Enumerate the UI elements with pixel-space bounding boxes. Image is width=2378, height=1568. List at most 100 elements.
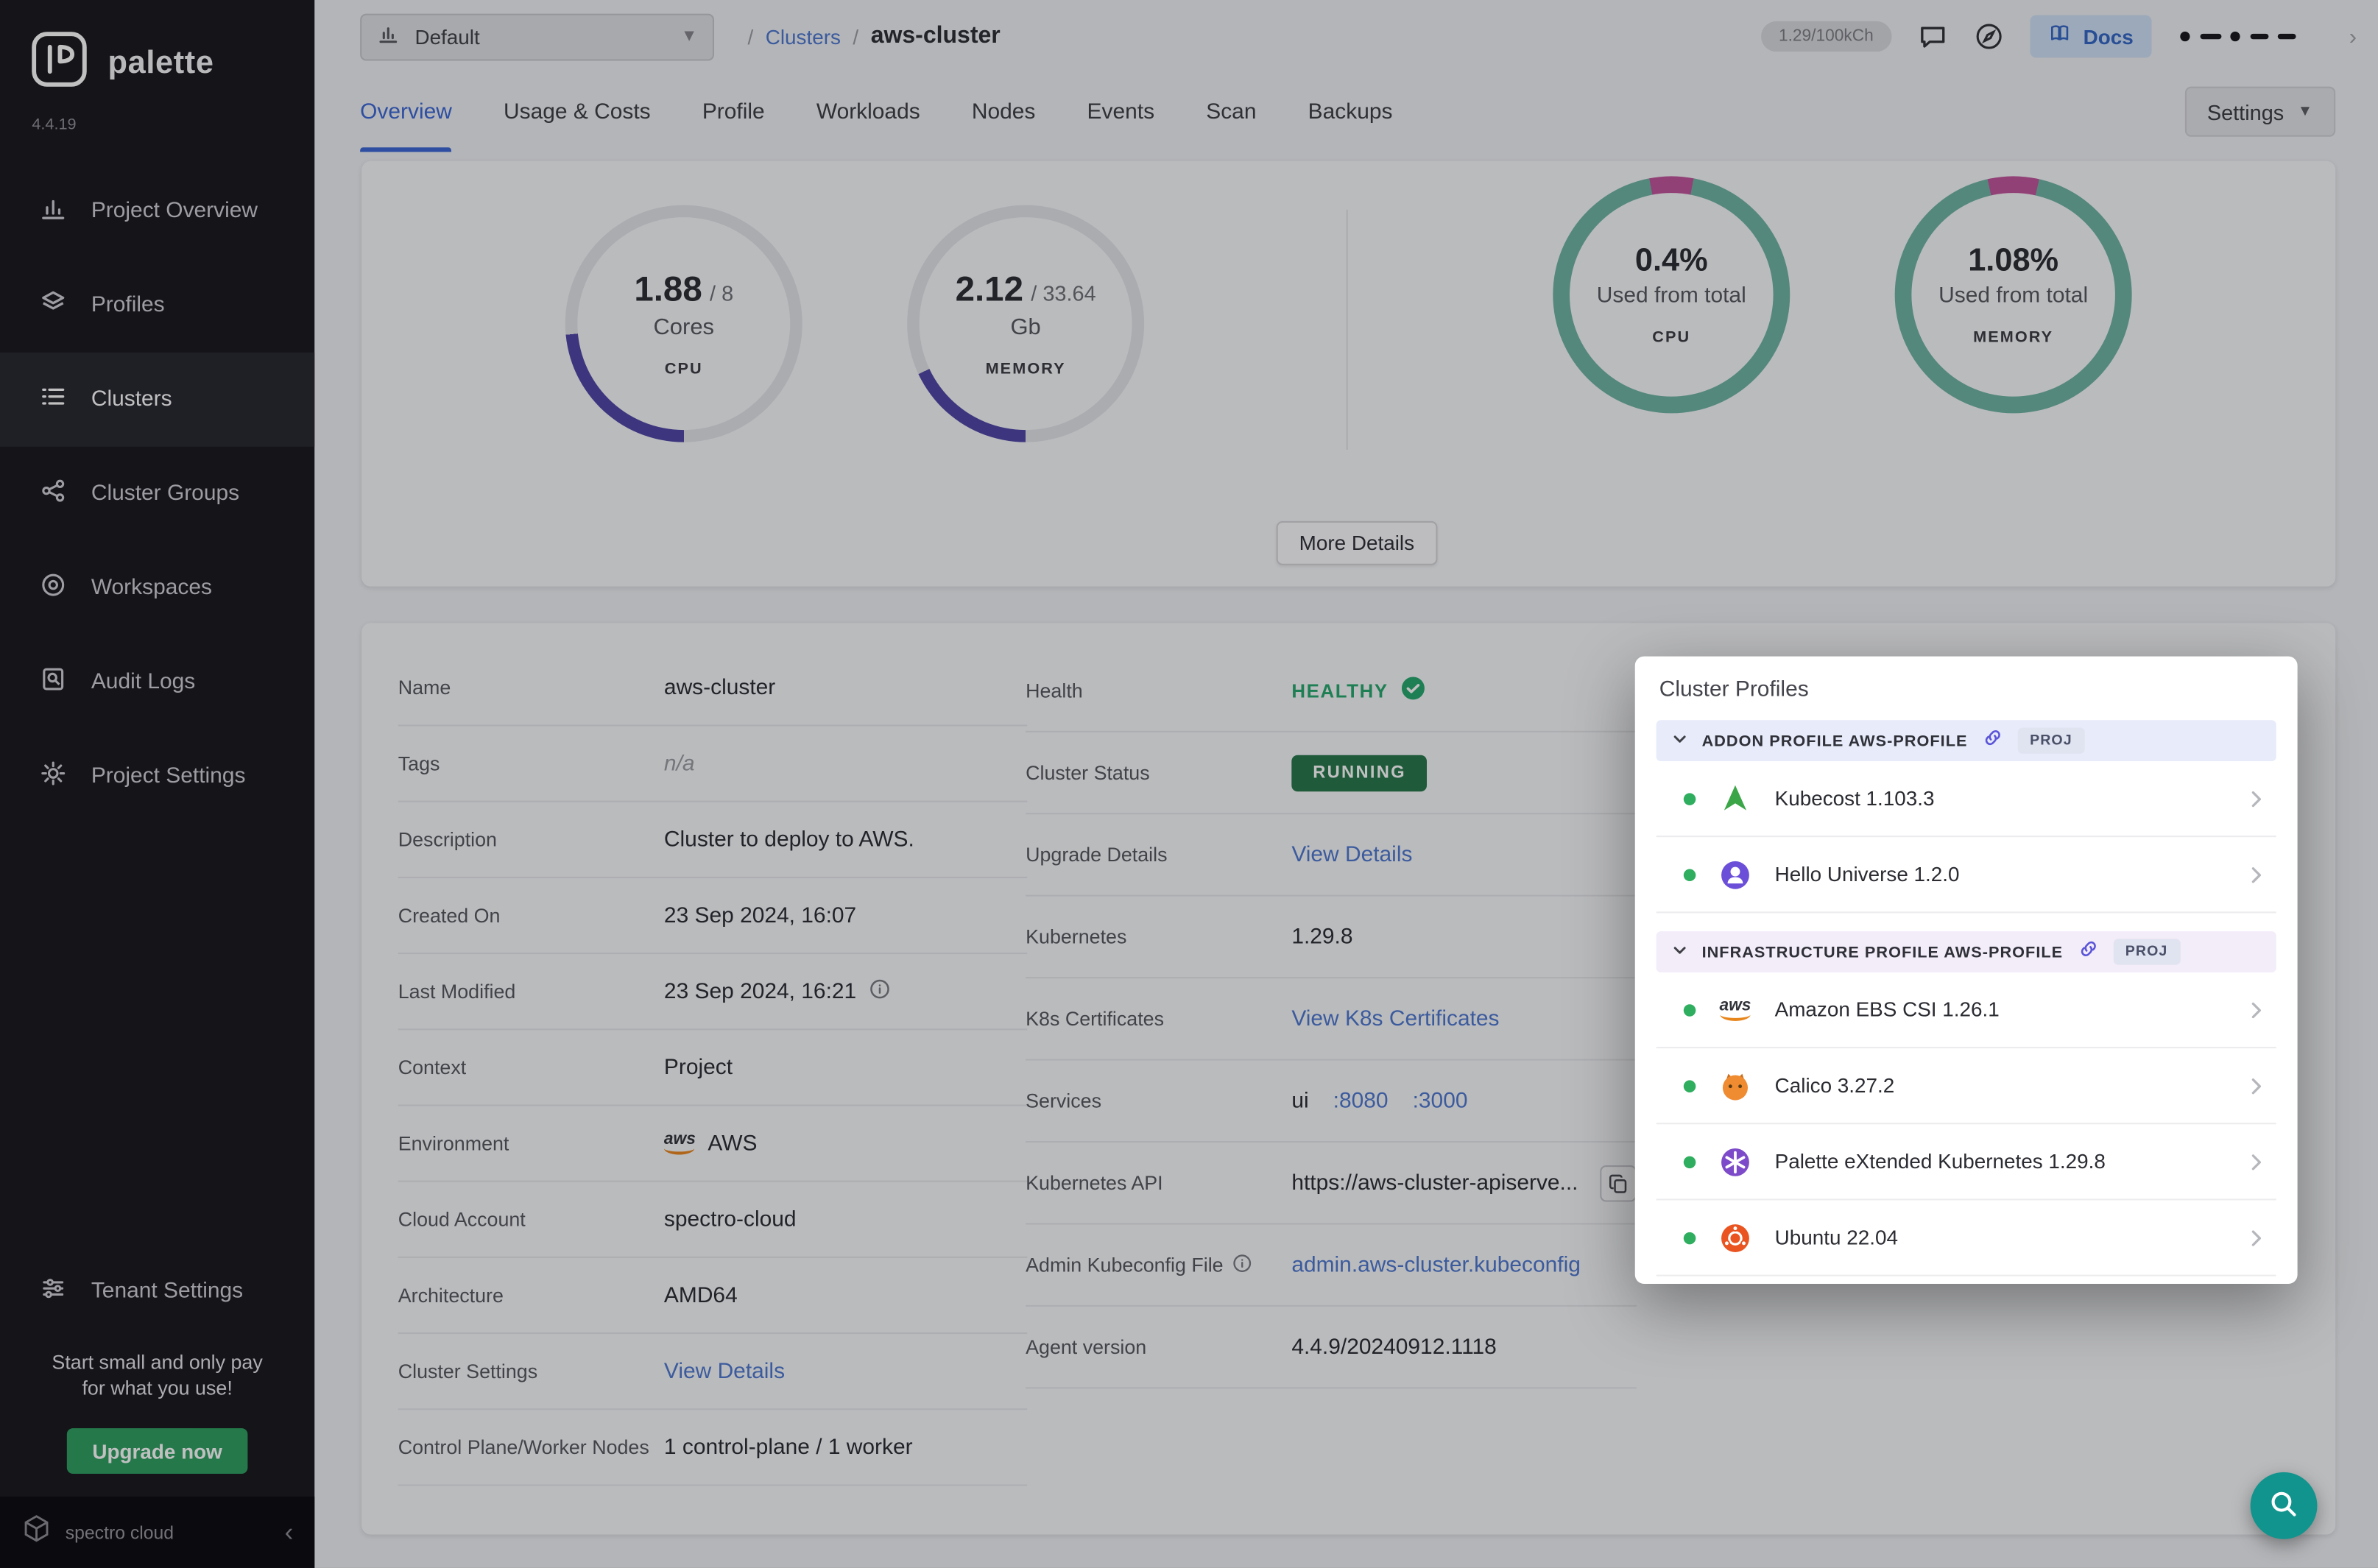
details-right-column: Health HEALTHY Cluster Status RUNNING Up…	[1026, 650, 1637, 1388]
memory-unit-label: Gb	[1010, 314, 1040, 340]
search-fab-button[interactable]	[2251, 1472, 2318, 1539]
infrastructure-profile-section-header[interactable]: INFRASTRUCTURE PROFILE AWS-PROFILE PROJ	[1657, 931, 2276, 972]
sidebar-collapse-chevron-icon[interactable]: ‹	[285, 1517, 294, 1547]
metrics-divider	[1347, 210, 1348, 450]
search-icon	[2268, 1488, 2298, 1523]
chevron-down-icon	[1671, 727, 1688, 755]
profile-item-name: Palette eXtended Kubernetes 1.29.8	[1775, 1150, 2106, 1173]
detail-label: Agent version	[1026, 1335, 1291, 1358]
pxk-icon	[1717, 1143, 1754, 1180]
detail-row-architecture: Architecture AMD64	[398, 1258, 1027, 1334]
sidebar-item-project-settings[interactable]: Project Settings	[0, 730, 314, 824]
proj-badge: PROJ	[2113, 939, 2180, 964]
docs-button-label: Docs	[2084, 25, 2134, 48]
chat-icon[interactable]	[1918, 21, 1948, 52]
docs-button[interactable]: Docs	[2030, 15, 2151, 58]
tab-backups[interactable]: Backups	[1308, 73, 1393, 152]
detail-label: Upgrade Details	[1026, 843, 1291, 866]
tab-overview[interactable]: Overview	[360, 73, 452, 152]
breadcrumb-slash: /	[747, 25, 753, 48]
detail-value: AMD64	[664, 1283, 738, 1307]
service-name: ui	[1291, 1089, 1308, 1113]
profiles-icon	[40, 289, 67, 322]
service-port-3000-link[interactable]: :3000	[1413, 1089, 1468, 1113]
tab-events[interactable]: Events	[1087, 73, 1155, 152]
book-icon	[2048, 23, 2071, 50]
status-badge: RUNNING	[1291, 755, 1427, 791]
detail-label: Cluster Status	[1026, 761, 1291, 784]
topbar-right: 1.29/100kCh Docs ›	[1760, 15, 2357, 58]
detail-value: Project	[664, 1055, 733, 1079]
detail-row-admin-kubeconfig: Admin Kubeconfig File admin.aws-cluster.…	[1026, 1225, 1637, 1307]
settings-button[interactable]: Settings ▼	[2184, 87, 2335, 137]
cluster-settings-view-details-link[interactable]: View Details	[664, 1359, 785, 1383]
sidebar-item-project-overview[interactable]: Project Overview	[0, 164, 314, 258]
section-header-label: INFRASTRUCTURE PROFILE AWS-PROFILE	[1702, 943, 2064, 961]
chevron-right-icon	[2245, 999, 2267, 1020]
profile-item-name: Ubuntu 22.04	[1775, 1226, 1898, 1249]
addon-profile-section-header[interactable]: ADDON PROFILE AWS-PROFILE PROJ	[1657, 720, 2276, 761]
profile-item-hello-universe[interactable]: Hello Universe 1.2.0	[1657, 837, 2276, 913]
cpu-donut-percent: 0.4%	[1635, 243, 1708, 280]
sidebar-item-label: Cluster Groups	[91, 481, 239, 506]
sidebar-item-cluster-groups[interactable]: Cluster Groups	[0, 447, 314, 541]
clusters-icon	[40, 383, 67, 416]
cluster-profiles-title: Cluster Profiles	[1659, 677, 2276, 702]
sidebar-item-tenant-settings[interactable]: Tenant Settings	[0, 1249, 314, 1335]
detail-label: Name	[398, 676, 664, 699]
cpu-donut-caption: CPU	[1652, 328, 1690, 347]
breadcrumb-current: aws-cluster	[871, 23, 1001, 50]
profile-item-ubuntu[interactable]: Ubuntu 22.04	[1657, 1200, 2276, 1276]
view-k8s-certificates-link[interactable]: View K8s Certificates	[1291, 1006, 1499, 1031]
cpu-gauge: 1.88/ 8 Cores CPU	[565, 205, 802, 442]
sidebar-footer: spectro cloud ‹	[0, 1497, 314, 1568]
breadcrumb-clusters-link[interactable]: Clusters	[766, 25, 841, 48]
memory-gauge: 2.12/ 33.64 Gb MEMORY	[907, 205, 1144, 442]
tab-workloads[interactable]: Workloads	[816, 73, 920, 152]
profile-item-palette-extended-kubernetes[interactable]: Palette eXtended Kubernetes 1.29.8	[1657, 1124, 2276, 1200]
copy-icon[interactable]	[1599, 1165, 1636, 1201]
profile-item-amazon-ebs-csi[interactable]: aws Amazon EBS CSI 1.26.1	[1657, 972, 2276, 1048]
memory-capacity-value: / 33.64	[1031, 281, 1095, 306]
section-header-label: ADDON PROFILE AWS-PROFILE	[1702, 732, 1968, 750]
sidebar-item-workspaces[interactable]: Workspaces	[0, 541, 314, 635]
profile-item-calico[interactable]: Calico 3.27.2	[1657, 1048, 2276, 1124]
detail-label: Control Plane/Worker Nodes	[398, 1435, 664, 1458]
tab-usage-costs[interactable]: Usage & Costs	[504, 73, 651, 152]
cpu-donut-label: Used from total	[1597, 284, 1746, 308]
sidebar-item-clusters[interactable]: Clusters	[0, 353, 314, 447]
service-port-8080-link[interactable]: :8080	[1333, 1089, 1389, 1113]
sidebar-item-profiles[interactable]: Profiles	[0, 258, 314, 353]
tab-nodes[interactable]: Nodes	[972, 73, 1036, 152]
tab-scan[interactable]: Scan	[1206, 73, 1256, 152]
workspaces-icon	[40, 571, 67, 604]
screen: palette 4.4.19 Project Overview Profiles…	[0, 0, 2378, 1568]
info-icon[interactable]	[1232, 1253, 1252, 1277]
link-icon[interactable]	[2077, 936, 2100, 967]
detail-value: aws AWS	[664, 1131, 758, 1156]
cluster-groups-icon	[40, 477, 67, 510]
upgrade-now-button[interactable]: Upgrade now	[67, 1428, 248, 1474]
link-icon[interactable]	[1981, 726, 2004, 756]
chevron-right-icon	[2245, 1075, 2267, 1096]
sidebar-item-audit-logs[interactable]: Audit Logs	[0, 635, 314, 730]
detail-row-cluster-settings: Cluster Settings View Details	[398, 1334, 1027, 1410]
profile-item-name: Amazon EBS CSI 1.26.1	[1775, 998, 2000, 1021]
info-icon[interactable]	[869, 978, 890, 1005]
profile-item-kubecost[interactable]: Kubecost 1.103.3	[1657, 761, 2276, 837]
sidebar-item-label: Project Overview	[91, 199, 258, 223]
admin-kubeconfig-link[interactable]: admin.aws-cluster.kubeconfig	[1291, 1253, 1581, 1277]
header-edge-chevron-icon: ›	[2349, 24, 2357, 49]
aws-icon: aws	[664, 1132, 696, 1155]
cluster-profiles-panel: Cluster Profiles ADDON PROFILE AWS-PROFI…	[1635, 657, 2298, 1284]
kubecost-icon	[1717, 780, 1754, 817]
chevron-right-icon	[2245, 788, 2267, 809]
detail-label: Context	[398, 1056, 664, 1078]
tab-profile[interactable]: Profile	[702, 73, 765, 152]
more-details-button[interactable]: More Details	[1277, 521, 1437, 565]
compass-icon[interactable]	[1974, 21, 2004, 52]
upgrade-view-details-link[interactable]: View Details	[1291, 842, 1412, 866]
detail-row-name: Name aws-cluster	[398, 650, 1027, 726]
project-selector[interactable]: Default ▼	[360, 13, 714, 60]
cpu-unit-label: Cores	[653, 314, 714, 340]
